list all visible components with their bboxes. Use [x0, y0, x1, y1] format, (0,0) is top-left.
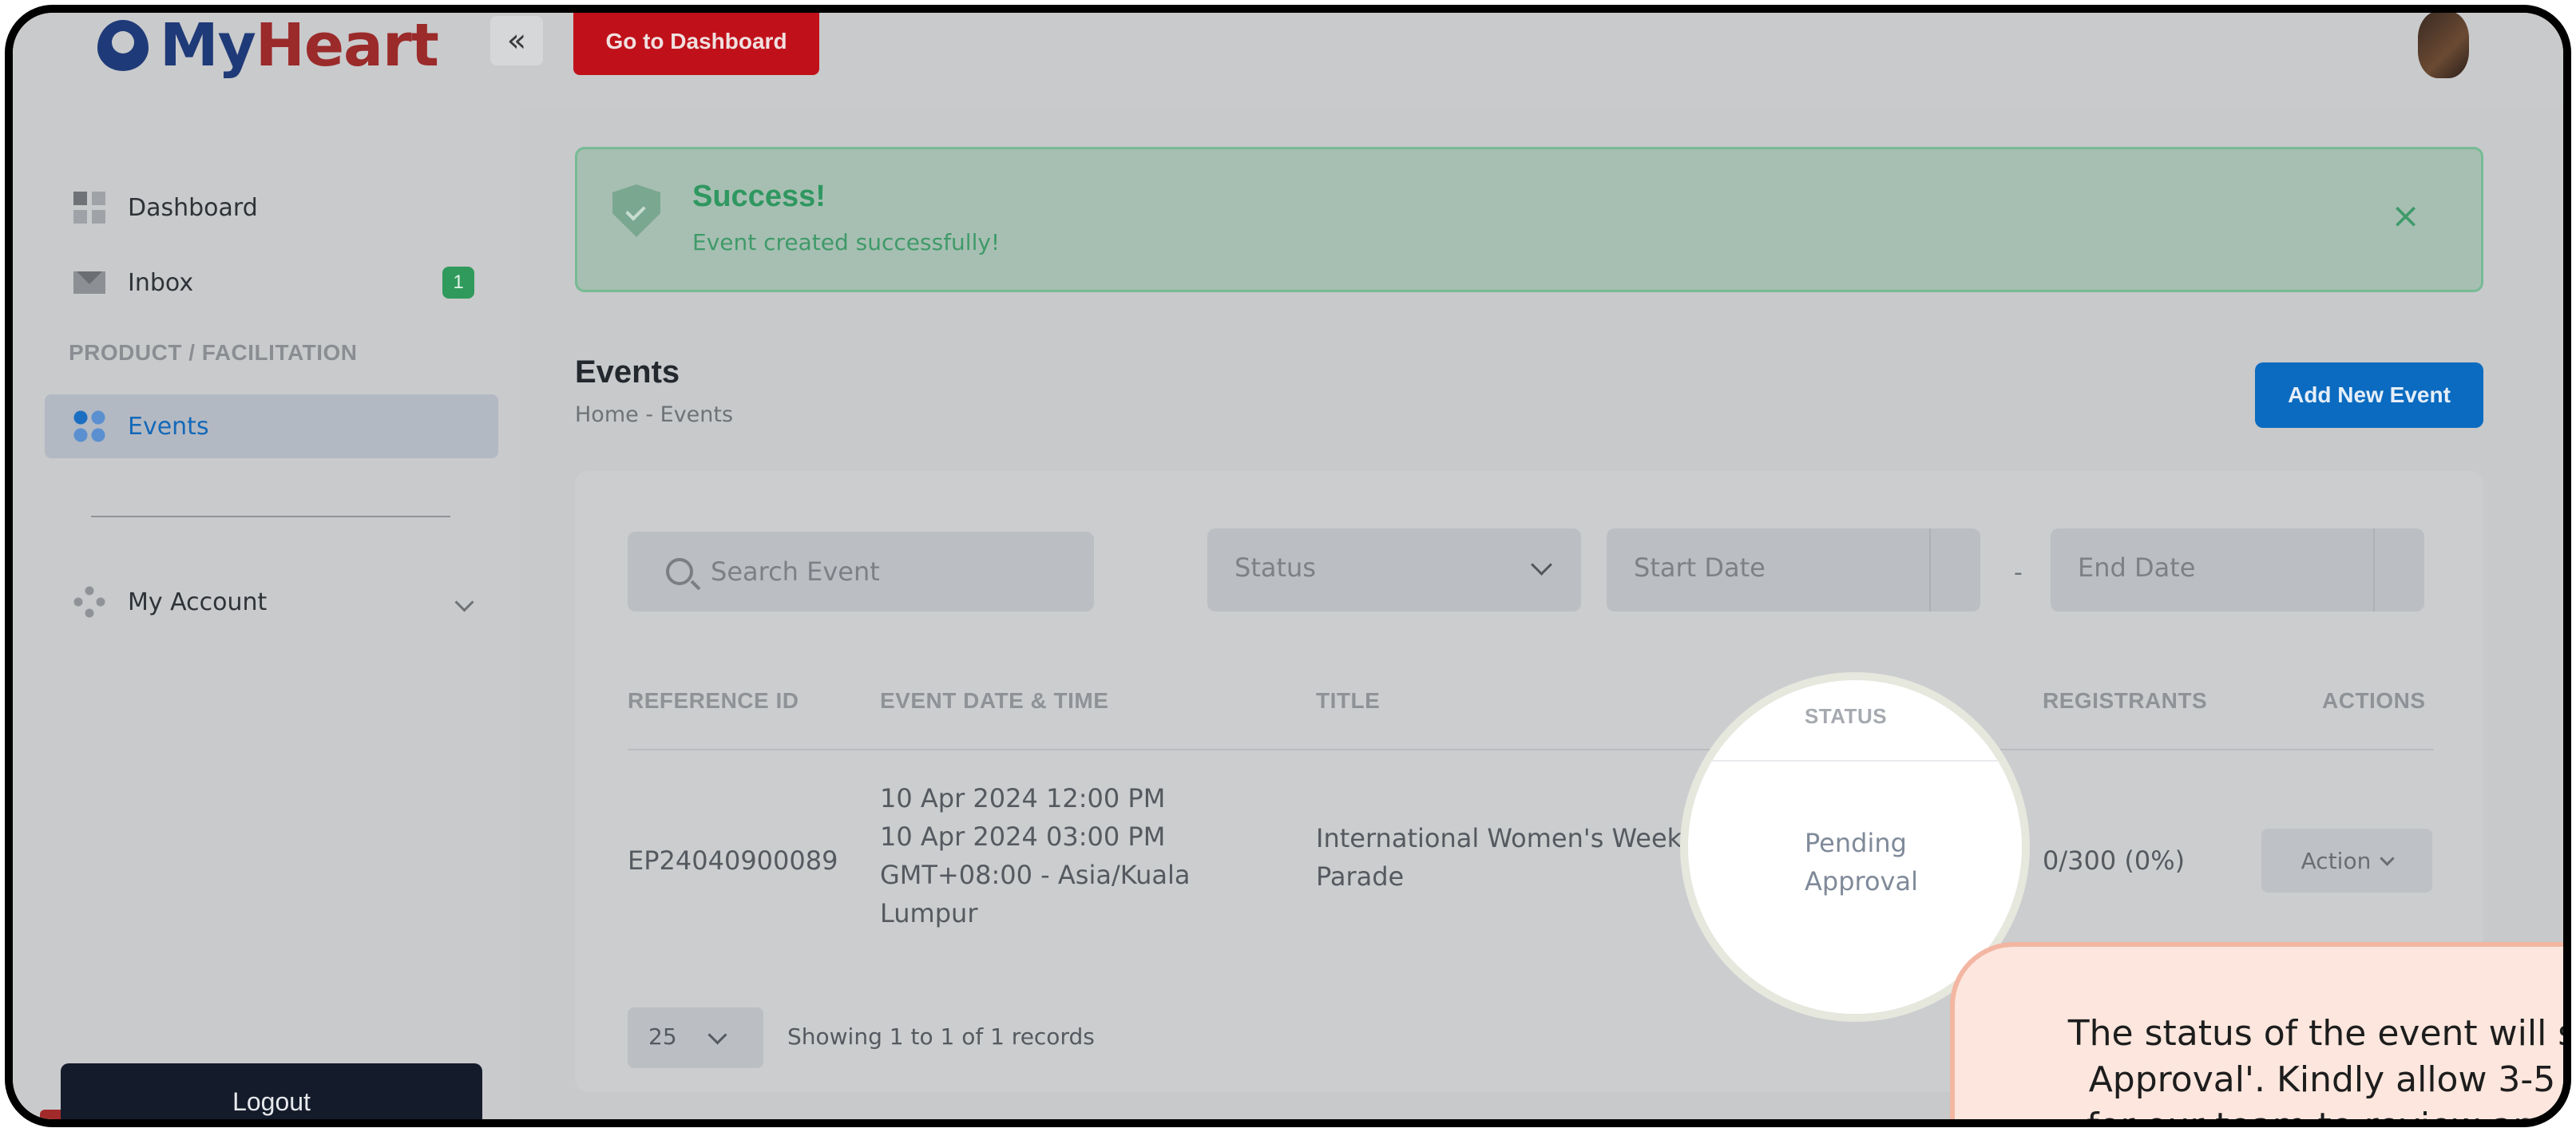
end-date-field[interactable]: End Date	[2051, 528, 2424, 612]
sidebar: Dashboard Inbox 1 PRODUCT / FACILITATION…	[13, 107, 519, 1119]
spotlight-divider	[1688, 760, 2022, 762]
field-divider	[1929, 528, 1931, 612]
heart-logo-icon	[97, 20, 149, 71]
account-icon	[73, 586, 105, 618]
sidebar-item-dashboard[interactable]: Dashboard	[45, 176, 498, 239]
sidebar-section-title: PRODUCT / FACILITATION	[69, 340, 358, 365]
top-bar: MyHeart « Go to Dashboard	[13, 11, 2563, 109]
status-select-label: Status	[1234, 552, 1316, 583]
events-icon	[73, 410, 105, 442]
inbox-icon	[73, 267, 105, 299]
logo-text: MyHeart	[160, 11, 439, 80]
sidebar-item-label: Dashboard	[128, 193, 258, 222]
breadcrumb[interactable]: Home - Events	[575, 402, 733, 427]
sidebar-item-label: Inbox	[128, 268, 194, 297]
records-summary: Showing 1 to 1 of 1 records	[787, 1023, 1095, 1050]
sidebar-item-my-account[interactable]: My Account	[45, 570, 498, 634]
sidebar-item-events[interactable]: Events	[45, 394, 498, 458]
cell-reference-id: EP24040900089	[628, 845, 838, 876]
search-icon	[666, 558, 693, 585]
page-size-value: 25	[648, 1023, 677, 1050]
column-header-actions: ACTIONS	[2322, 688, 2426, 713]
dashboard-icon	[73, 192, 105, 224]
sidebar-item-inbox[interactable]: Inbox 1	[45, 251, 498, 315]
cell-title: International Women's Week Parade	[1316, 823, 1682, 892]
search-placeholder: Search Event	[711, 556, 880, 587]
chevron-down-icon	[1531, 554, 1552, 576]
alert-title: Success!	[692, 180, 826, 213]
shield-check-icon	[612, 184, 660, 237]
tooltip-text: The status of the event will s Approval'…	[2067, 1013, 2571, 1127]
double-chevron-left-icon: «	[506, 22, 527, 59]
guide-tooltip: The status of the event will s Approval'…	[1950, 942, 2571, 1127]
status-select[interactable]: Status	[1207, 528, 1581, 612]
chevron-down-icon	[707, 1025, 727, 1045]
column-header-event-date[interactable]: EVENT DATE & TIME	[880, 688, 1108, 714]
success-alert: Success! Event created successfully! ×	[575, 147, 2483, 292]
field-divider	[2373, 528, 2375, 612]
app-logo[interactable]: MyHeart	[97, 11, 439, 81]
search-input[interactable]: Search Event	[628, 532, 1094, 612]
alert-message: Event created successfully!	[692, 229, 1001, 255]
chevron-down-icon	[454, 592, 474, 612]
date-separator: -	[2014, 559, 2023, 587]
column-header-title[interactable]: TITLE	[1316, 688, 1380, 714]
sidebar-divider	[91, 516, 450, 517]
row-action-button[interactable]: Action	[2261, 829, 2432, 893]
close-icon[interactable]: ×	[2391, 196, 2420, 236]
go-to-dashboard-button[interactable]: Go to Dashboard	[573, 13, 819, 75]
chevron-down-icon	[2380, 850, 2396, 866]
inbox-count-badge: 1	[442, 267, 474, 299]
start-date-placeholder: Start Date	[1634, 552, 1766, 583]
device-frame: MyHeart « Go to Dashboard Dashboard Inbo…	[5, 5, 2571, 1127]
cell-event-date: 10 Apr 2024 12:00 PM 10 Apr 2024 03:00 P…	[880, 783, 1191, 928]
column-header-reference-id[interactable]: REFERENCE ID	[628, 688, 799, 714]
sidebar-item-label: My Account	[128, 588, 268, 616]
collapse-sidebar-button[interactable]: «	[490, 16, 543, 65]
user-avatar[interactable]	[2418, 13, 2469, 78]
column-header-registrants[interactable]: REGISTRANTS	[2043, 688, 2207, 714]
add-new-event-button[interactable]: Add New Event	[2255, 362, 2483, 428]
logout-button[interactable]: Logout	[61, 1063, 482, 1119]
end-date-placeholder: End Date	[2078, 552, 2196, 583]
page-size-select[interactable]: 25	[628, 1007, 763, 1068]
status-badge: Pending Approval	[1805, 828, 1918, 896]
cell-registrants: 0/300 (0%)	[2043, 845, 2186, 876]
page-title: Events	[575, 354, 680, 390]
sidebar-item-label: Events	[128, 412, 209, 441]
table-header-divider	[628, 749, 2434, 750]
spotlight-status-header: STATUS	[1805, 704, 1888, 728]
start-date-field[interactable]: Start Date	[1607, 528, 1980, 612]
